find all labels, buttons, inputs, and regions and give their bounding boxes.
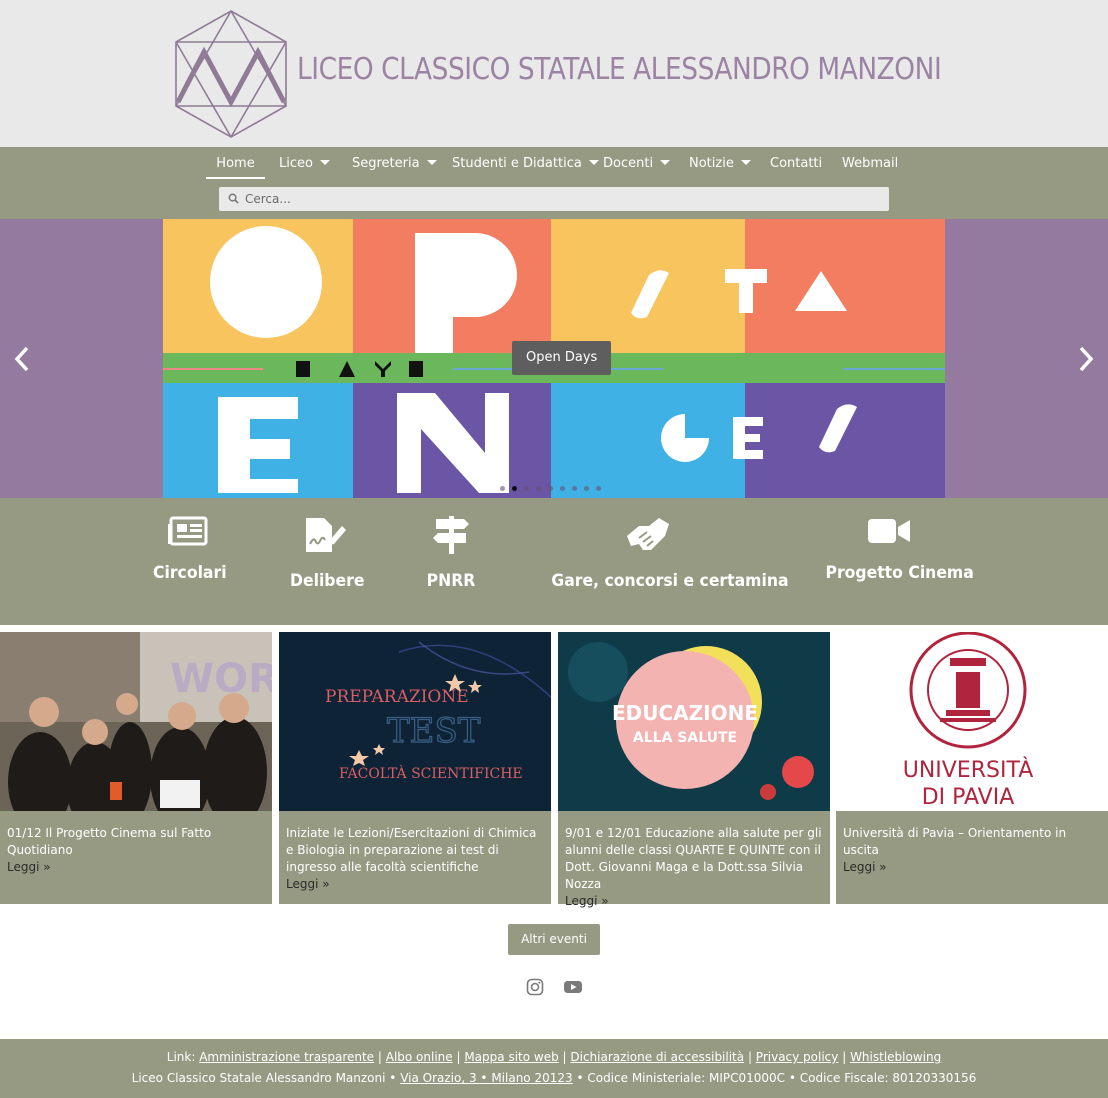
card-image-text: UNIVERSITÀ [903,757,1034,783]
news-cards: WOR 01/12 Il Progetto Cinema sul Fatto Q… [0,632,1108,908]
card-title[interactable]: 9/01 e 12/01 Educazione alla salute per … [565,826,822,891]
site-header: LICEO CLASSICO STATALE ALESSANDRO MANZON… [0,0,1108,147]
card-text: Università di Pavia – Orientamento in us… [843,825,1101,876]
card-title[interactable]: Iniziate le Lezioni/Esercitazioni di Chi… [286,826,536,874]
card-image-text: DI PAVIA [922,785,1015,810]
slider-prev-arrow-icon[interactable] [10,344,34,374]
slider-dot[interactable] [524,486,529,491]
quick-link-circolari[interactable]: Circolari [150,516,227,583]
slider-dot[interactable] [584,486,589,491]
read-more-link[interactable]: Leggi » [565,893,823,910]
footer-address-link[interactable]: Via Orazio, 3 • Milano 20123 [400,1071,572,1085]
read-more-link[interactable]: Leggi » [286,876,544,893]
main-navigation: Home Liceo Segreteria Studenti e Didatti… [0,147,1108,219]
chevron-down-icon [660,160,671,165]
news-card[interactable]: EDUCAZIONE ALLA SALUTE 9/01 e 12/01 Educ… [558,632,830,908]
chevron-down-icon [319,160,330,165]
newspaper-icon [167,516,207,546]
chevron-down-icon [740,160,751,165]
quick-link-label: Delibere [290,571,365,591]
card-title[interactable]: Università di Pavia – Orientamento in us… [843,826,1066,857]
nav-item-contatti[interactable]: Contatti [770,155,822,179]
footer-link-albo-online[interactable]: Albo online [386,1050,453,1064]
video-camera-icon [867,519,910,543]
slider-dot[interactable] [596,486,601,491]
footer-link-amministrazione-trasparente[interactable]: Amministrazione trasparente [199,1050,374,1064]
footer-link-dichiarazione-accessibilita[interactable]: Dichiarazione di accessibilità [570,1050,744,1064]
slider-pagination [500,486,601,492]
hero-slider: Open Days [0,219,1108,498]
news-card[interactable]: PREPARAZIONE TEST FACOLTÀ SCIENTIFICHE I… [279,632,551,904]
slider-dot[interactable] [548,486,553,491]
footer-links-line: Link: Amministrazione trasparente | Albo… [166,1050,942,1064]
quick-link-progetto-cinema[interactable]: Progetto Cinema [820,516,974,583]
slide-caption[interactable]: Open Days [512,341,612,375]
quick-link-gare-concorsi-certamina[interactable]: Gare, concorsi e certamina [543,516,789,591]
news-card[interactable]: WOR 01/12 Il Progetto Cinema sul Fatto Q… [0,632,272,904]
read-more-link[interactable]: Leggi » [7,859,265,876]
footer-codes: • Codice Ministeriale: MIPC01000C • Codi… [576,1071,977,1085]
signed-document-icon [305,518,346,552]
news-card[interactable]: UNIVERSITÀ DI PAVIA Università di Pavia … [836,632,1108,904]
search-input[interactable] [245,187,875,211]
card-title[interactable]: 01/12 Il Progetto Cinema sul Fatto Quoti… [7,826,211,857]
footer-link-mappa-sito-web[interactable]: Mappa sito web [464,1050,558,1064]
quick-link-pnrr[interactable]: PNRR [422,516,480,591]
youtube-icon[interactable] [564,978,582,996]
card-image-test-preparation[interactable]: PREPARAZIONE TEST FACOLTÀ SCIENTIFICHE [279,632,551,811]
footer-info-line: Liceo Classico Statale Alessandro Manzon… [0,1070,1108,1086]
slider-next-arrow-icon[interactable] [1074,344,1098,374]
footer-link-whistleblowing[interactable]: Whistleblowing [850,1050,941,1064]
card-text: 9/01 e 12/01 Educazione alla salute per … [565,825,823,910]
nav-item-segreteria[interactable]: Segreteria [352,155,437,179]
card-image-photo-students[interactable]: WOR [0,632,272,811]
svg-text:WOR: WOR [170,656,272,702]
card-image-universita-pavia[interactable]: UNIVERSITÀ DI PAVIA [836,632,1108,811]
nav-item-liceo[interactable]: Liceo [279,155,330,179]
footer-link-privacy-policy[interactable]: Privacy policy [756,1050,839,1064]
search-icon [228,193,239,204]
chevron-down-icon [426,160,437,165]
quick-link-label: Gare, concorsi e certamina [551,571,789,591]
card-image-text: ALLA SALUTE [633,730,737,746]
card-image-text: FACOLTÀ SCIENTIFICHE [339,764,523,782]
nav-item-webmail[interactable]: Webmail [842,155,898,179]
handshake-icon [627,518,669,550]
quick-link-label: Progetto Cinema [825,563,974,583]
slider-dot-active[interactable] [512,486,517,491]
card-text: Iniziate le Lezioni/Esercitazioni di Chi… [286,825,544,893]
search-box [219,187,889,211]
footer-link-prefix: Link: [166,1050,196,1064]
quick-link-delibere[interactable]: Delibere [287,516,365,591]
slider-dot[interactable] [560,486,565,491]
card-image-text: TEST [387,711,481,751]
card-text: 01/12 Il Progetto Cinema sul Fatto Quoti… [7,825,265,876]
slider-dot[interactable] [500,486,505,491]
site-title[interactable]: LICEO CLASSICO STATALE ALESSANDRO MANZON… [297,52,942,87]
footer-school-name: Liceo Classico Statale Alessandro Manzon… [131,1071,397,1085]
read-more-link[interactable]: Leggi » [843,859,1101,876]
quick-link-label: Circolari [153,563,227,583]
more-events-button[interactable]: Altri eventi [508,924,600,955]
quick-links-bar: Circolari Delibere PNRR Gare, concorsi e… [0,498,1108,625]
nav-item-notizie[interactable]: Notizie [689,155,751,179]
nav-item-home[interactable]: Home [206,155,265,179]
instagram-icon[interactable] [526,978,544,996]
card-image-health-education[interactable]: EDUCAZIONE ALLA SALUTE [558,632,830,811]
card-image-text: PREPARAZIONE [325,687,469,707]
slider-dot[interactable] [536,486,541,491]
nav-item-studenti-e-didattica[interactable]: Studenti e Didattica [452,155,599,179]
slider-dot[interactable] [572,486,577,491]
nav-item-docenti[interactable]: Docenti [603,155,671,179]
signpost-icon [433,516,469,554]
quick-link-label: PNRR [426,571,476,591]
chevron-down-icon [588,160,599,165]
icosahedron-m-logo[interactable] [174,10,288,138]
site-footer: Link: Amministrazione trasparente | Albo… [0,1039,1108,1098]
card-image-text: EDUCAZIONE [612,701,758,725]
